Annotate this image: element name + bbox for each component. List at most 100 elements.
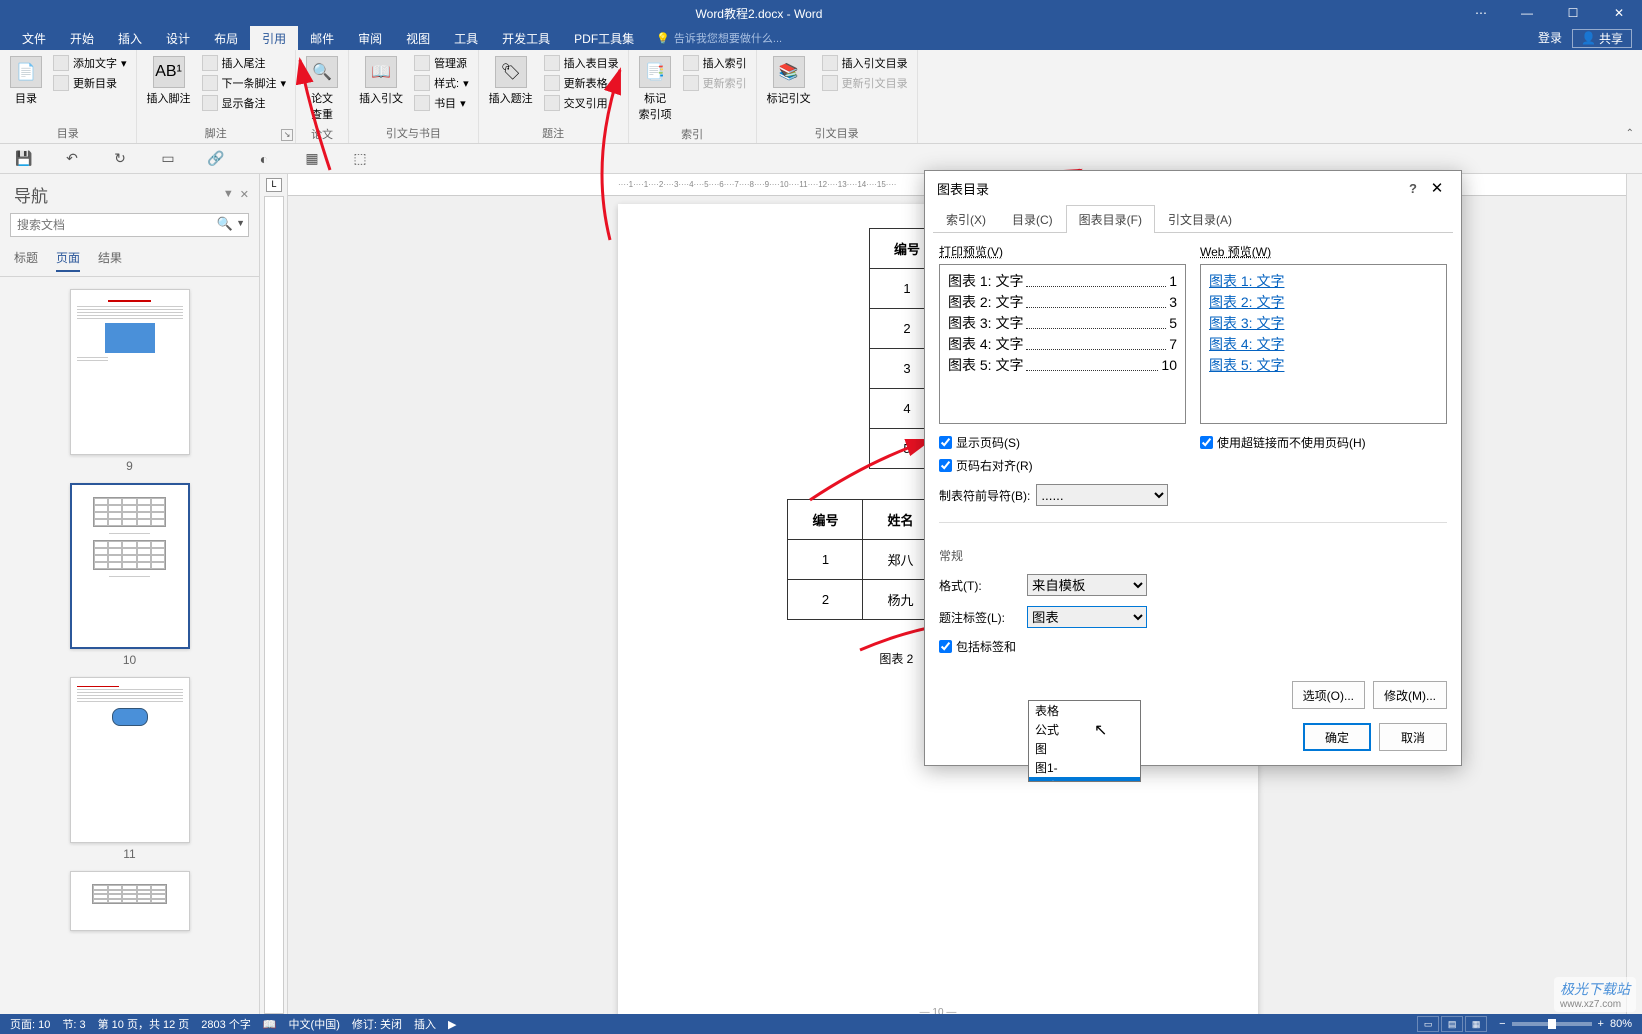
thumbnail-page-12[interactable] (70, 871, 190, 931)
qat-icon-7[interactable]: ▦ (302, 149, 322, 169)
web-preview-link[interactable]: 图表 5: 文字 (1209, 355, 1438, 376)
dialog-tab-tof[interactable]: 图表目录(F) (1066, 205, 1155, 233)
nav-close-button[interactable]: ✕ (240, 188, 249, 201)
menu-tools[interactable]: 工具 (442, 26, 490, 50)
update-toc-button[interactable]: 更新目录 (50, 74, 130, 92)
thumbnail-page-9[interactable]: 9 (70, 289, 190, 473)
update-index-button[interactable]: 更新索引 (680, 74, 750, 92)
dropdown-option[interactable]: 图1- (1029, 758, 1140, 777)
show-notes-button[interactable]: 显示备注 (199, 94, 290, 112)
nav-tab-pages[interactable]: 页面 (56, 249, 80, 272)
menu-layout[interactable]: 布局 (202, 26, 250, 50)
status-words[interactable]: 2803 个字 (201, 1016, 251, 1032)
vertical-ruler[interactable] (264, 196, 284, 1014)
menu-insert[interactable]: 插入 (106, 26, 154, 50)
menu-pdf-tools[interactable]: PDF工具集 (562, 26, 646, 50)
login-link[interactable]: 登录 (1530, 29, 1570, 48)
dropdown-option[interactable]: 表格 (1029, 701, 1140, 720)
dialog-tab-toc[interactable]: 目录(C) (999, 205, 1066, 233)
zoom-in-button[interactable]: + (1598, 1018, 1604, 1030)
update-toa-button[interactable]: 更新引文目录 (819, 74, 911, 92)
qat-icon-4[interactable]: ▭ (158, 149, 178, 169)
zoom-slider[interactable] (1512, 1022, 1592, 1026)
dialog-help-button[interactable]: ? (1401, 181, 1425, 196)
thumbnail-page-11[interactable]: 11 (70, 677, 190, 861)
status-language[interactable]: 中文(中国) (289, 1016, 340, 1032)
web-preview-link[interactable]: 图表 4: 文字 (1209, 334, 1438, 355)
search-input[interactable] (10, 213, 249, 237)
menu-file[interactable]: 文件 (10, 26, 58, 50)
save-icon[interactable]: 💾 (14, 149, 34, 169)
status-insert-mode[interactable]: 插入 (414, 1016, 436, 1032)
dialog-tab-toa[interactable]: 引文目录(A) (1155, 205, 1245, 233)
update-table-button[interactable]: 更新表格 (541, 74, 622, 92)
nav-tab-headings[interactable]: 标题 (14, 249, 38, 272)
insert-index-button[interactable]: 插入索引 (680, 54, 750, 72)
cross-reference-button[interactable]: 交叉引用 (541, 94, 622, 112)
tab-selector[interactable]: L (266, 178, 282, 192)
manage-sources-button[interactable]: 管理源 (411, 54, 472, 72)
menu-home[interactable]: 开始 (58, 26, 106, 50)
web-preview-link[interactable]: 图表 1: 文字 (1209, 271, 1438, 292)
menu-review[interactable]: 审阅 (346, 26, 394, 50)
bibliography-button[interactable]: 书目 ▾ (411, 94, 472, 112)
minimize-button[interactable]: — (1504, 6, 1550, 20)
close-window-button[interactable]: ✕ (1596, 6, 1642, 20)
tell-me-search[interactable]: 💡 告诉我您想要做什么... (656, 30, 782, 46)
status-macro-icon[interactable]: ▶ (448, 1018, 456, 1031)
read-mode-button[interactable]: ▭ (1417, 1016, 1439, 1032)
insert-caption-button[interactable]: 🏷 插入题注 (485, 54, 537, 108)
use-hyperlinks-checkbox[interactable]: 使用超链接而不使用页码(H) (1200, 434, 1447, 451)
dropdown-option-selected[interactable]: 图表 (1029, 777, 1140, 781)
qat-icon-5[interactable]: 🔗 (206, 149, 226, 169)
status-proofing-icon[interactable]: 📖 (263, 1018, 277, 1031)
status-track-changes[interactable]: 修订: 关闭 (352, 1016, 402, 1032)
insert-footnote-button[interactable]: AB¹ 插入脚注 (143, 54, 195, 108)
menu-references[interactable]: 引用 (250, 26, 298, 50)
show-page-numbers-checkbox[interactable]: 显示页码(S) (939, 434, 1186, 451)
paper-check-button[interactable]: 🔍 论文 查重 (302, 54, 342, 124)
nav-tab-results[interactable]: 结果 (98, 249, 122, 272)
insert-citation-button[interactable]: 📖 插入引文 (355, 54, 407, 108)
insert-toa-button[interactable]: 插入引文目录 (819, 54, 911, 72)
zoom-out-button[interactable]: − (1499, 1018, 1505, 1030)
vertical-scrollbar[interactable] (1626, 174, 1642, 1014)
mark-citation-button[interactable]: 📚 标记引文 (763, 54, 815, 108)
ok-button[interactable]: 确定 (1303, 723, 1371, 751)
ribbon-options-icon[interactable]: ⋯ (1458, 6, 1504, 20)
maximize-button[interactable]: ☐ (1550, 6, 1596, 20)
add-text-button[interactable]: 添加文字 ▾ (50, 54, 130, 72)
nav-dropdown-icon[interactable]: ▼ (223, 188, 234, 201)
dropdown-option[interactable]: 公式 (1029, 720, 1140, 739)
menu-design[interactable]: 设计 (154, 26, 202, 50)
zoom-level[interactable]: 80% (1610, 1018, 1632, 1030)
toc-button[interactable]: 📄 目录 (6, 54, 46, 108)
search-icon[interactable]: 🔍 (217, 216, 233, 232)
search-dropdown-icon[interactable]: ▼ (236, 218, 245, 228)
status-section[interactable]: 节: 3 (62, 1016, 85, 1032)
format-select[interactable]: 来自模板 (1027, 574, 1147, 596)
share-button[interactable]: 👤 共享 (1572, 29, 1632, 48)
caption-label-dropdown[interactable]: 表格 公式 图 图1- 图表 (1028, 700, 1141, 782)
redo-icon[interactable]: ↻ (110, 149, 130, 169)
thumbnail-page-10[interactable]: 10 (70, 483, 190, 667)
qat-icon-6[interactable]: ◐ (254, 149, 274, 169)
dialog-close-button[interactable]: ✕ (1425, 179, 1449, 197)
insert-table-of-figures-button[interactable]: 插入表目录 (541, 54, 622, 72)
insert-endnote-button[interactable]: 插入尾注 (199, 54, 290, 72)
tab-leader-select[interactable]: ...... (1036, 484, 1168, 506)
undo-icon[interactable]: ↶ (62, 149, 82, 169)
status-page[interactable]: 页面: 10 (10, 1016, 50, 1032)
collapse-ribbon-button[interactable]: ⌃ (1626, 128, 1634, 139)
dialog-tab-index[interactable]: 索引(X) (933, 205, 999, 233)
right-align-page-checkbox[interactable]: 页码右对齐(R) (939, 457, 1186, 474)
status-page-of[interactable]: 第 10 页，共 12 页 (98, 1016, 190, 1032)
caption-label-select[interactable]: 图表 (1027, 606, 1147, 628)
options-button[interactable]: 选项(O)... (1292, 681, 1365, 709)
include-label-checkbox[interactable]: 包括标签和 (939, 638, 1019, 655)
footnotes-dialog-launcher[interactable]: ↘ (281, 129, 293, 141)
citation-style-button[interactable]: 样式: ▾ (411, 74, 472, 92)
cancel-button[interactable]: 取消 (1379, 723, 1447, 751)
menu-developer[interactable]: 开发工具 (490, 26, 562, 50)
dropdown-option[interactable]: 图 (1029, 739, 1140, 758)
